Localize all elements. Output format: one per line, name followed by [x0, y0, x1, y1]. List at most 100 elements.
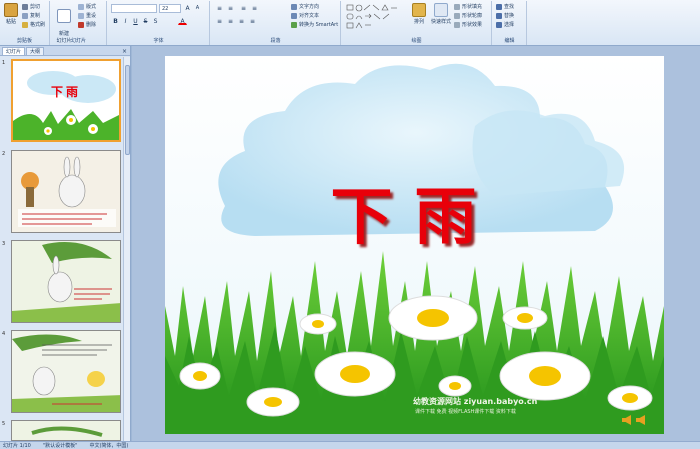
- quick-styles-icon: [434, 3, 448, 17]
- slide-number: 5: [2, 421, 6, 427]
- scissors-icon: [22, 3, 28, 10]
- current-slide[interactable]: 下雨 幼教资源网站 ziyuan.babyo.cn 课件下载 免费 视频FLAS…: [165, 56, 664, 434]
- binoculars-icon: [496, 3, 502, 10]
- close-panel-icon[interactable]: ×: [122, 48, 127, 55]
- align-text-icon: [291, 12, 297, 19]
- status-bar: 幻灯片 1/10 "默认设计模板" 中文(简体，中国): [0, 441, 700, 449]
- language-indicator[interactable]: 中文(简体，中国): [89, 442, 128, 449]
- quick-styles-button[interactable]: 快速样式: [430, 3, 452, 25]
- tab-slides[interactable]: 幻灯片: [2, 47, 26, 55]
- slide-thumbnail-2[interactable]: [11, 150, 121, 233]
- font-size-combo[interactable]: 22: [159, 4, 181, 13]
- scrollbar-thumb[interactable]: [125, 65, 130, 155]
- clipboard-group: 粘贴 剪切 复制 格式刷 剪贴板: [0, 1, 50, 45]
- delete-slide-button[interactable]: 删除: [78, 21, 96, 28]
- delete-icon: [78, 21, 84, 28]
- shadow-button[interactable]: S: [151, 17, 160, 25]
- slide-counter: 幻灯片 1/10: [3, 443, 31, 449]
- reset-button[interactable]: 重设: [78, 12, 96, 19]
- theme-name: "默认设计模板": [42, 443, 78, 449]
- slide-number: 1: [2, 60, 6, 66]
- shape-outline-button[interactable]: 形状轮廓: [454, 12, 482, 19]
- ribbon: 粘贴 剪切 复制 格式刷 剪贴板 新建 幻灯片 版式 重设 删除 幻灯片 22 …: [0, 0, 700, 46]
- drawing-group-label: 绘图: [411, 38, 422, 44]
- slide-thumbnail-5[interactable]: [11, 420, 121, 441]
- brush-icon: [22, 21, 28, 28]
- underline-button[interactable]: U: [131, 17, 140, 25]
- slide-number: 4: [2, 331, 6, 337]
- paste-icon: [4, 3, 18, 17]
- font-group-label: 字体: [153, 38, 164, 44]
- thumbnail-image: [12, 421, 120, 440]
- align-text-button[interactable]: 对齐文本: [291, 12, 319, 19]
- slides-panel: 幻灯片 大纲 × 1 下雨 2 3 4 5: [0, 46, 131, 441]
- thumbnail-image: [13, 61, 119, 140]
- bullets-button[interactable]: ≡: [215, 4, 224, 12]
- layout-button[interactable]: 版式: [78, 3, 96, 10]
- thumbnail-image: [12, 331, 120, 412]
- panel-scrollbar[interactable]: [123, 57, 130, 441]
- strikethrough-button[interactable]: S: [141, 17, 150, 25]
- slides-group-label: 幻灯片: [70, 38, 86, 44]
- grow-font-button[interactable]: A: [183, 4, 192, 12]
- align-center-button[interactable]: ≡: [226, 17, 235, 25]
- slide-title[interactable]: 下雨: [165, 166, 664, 256]
- font-color-button[interactable]: A: [178, 17, 187, 25]
- arrange-button[interactable]: 排列: [410, 3, 428, 25]
- increase-indent-button[interactable]: ≡: [250, 4, 259, 12]
- decrease-indent-button[interactable]: ≡: [239, 4, 248, 12]
- watermark-line2: 课件下载 免费 视频FLASH课件下载 资料下载: [415, 409, 516, 415]
- align-right-button[interactable]: ≡: [237, 17, 246, 25]
- cut-button[interactable]: 剪切: [22, 3, 40, 10]
- align-left-button[interactable]: ≡: [215, 17, 224, 25]
- font-group: 22 A A B I U S S A 字体: [108, 1, 210, 45]
- shapes-gallery[interactable]: [346, 4, 406, 32]
- justify-button[interactable]: ≡: [248, 17, 257, 25]
- format-painter-button[interactable]: 格式刷: [22, 21, 45, 28]
- shrink-font-button[interactable]: A: [193, 4, 202, 12]
- cursor-icon: [496, 21, 502, 28]
- font-name-combo[interactable]: [111, 4, 157, 13]
- paragraph-group: ≡ ≡ ≡ ≡ ≡ ≡ ≡ ≡ 文字方向 对齐文本 转换为 SmartArt 段…: [211, 1, 341, 45]
- thumbnail-title: 下雨: [51, 85, 82, 99]
- reset-icon: [78, 12, 84, 19]
- editing-group: 查找 替换 选择 编辑: [493, 1, 527, 45]
- slide-thumbnail-4[interactable]: [11, 330, 121, 413]
- copy-button[interactable]: 复制: [22, 12, 40, 19]
- text-direction-button[interactable]: 文字方向: [291, 3, 319, 10]
- slide-number: 2: [2, 151, 6, 157]
- paste-button[interactable]: 粘贴: [2, 3, 20, 25]
- italic-button[interactable]: I: [121, 17, 130, 25]
- paint-bucket-icon: [454, 3, 460, 10]
- effects-icon: [454, 21, 460, 28]
- slides-group: 新建 幻灯片 版式 重设 删除 幻灯片: [51, 1, 107, 45]
- shape-fill-button[interactable]: 形状填充: [454, 3, 482, 10]
- new-slide-icon: [57, 9, 71, 23]
- slide-editor: 下雨 幼教资源网站 ziyuan.babyo.cn 课件下载 免费 视频FLAS…: [132, 46, 700, 441]
- select-button[interactable]: 选择: [496, 21, 514, 28]
- text-direction-icon: [291, 3, 297, 10]
- thumbnail-image: [12, 151, 120, 232]
- tab-outline[interactable]: 大纲: [26, 47, 45, 55]
- drawing-group: 排列 快速样式 形状填充 形状轮廓 形状效果 绘图: [342, 1, 492, 45]
- arrange-icon: [412, 3, 426, 17]
- clipboard-group-label: 剪贴板: [16, 38, 32, 44]
- slide-thumbnail-1[interactable]: 下雨: [11, 59, 121, 142]
- pen-icon: [454, 12, 460, 19]
- replace-icon: [496, 12, 502, 19]
- replace-button[interactable]: 替换: [496, 12, 514, 19]
- thumbnail-image: [12, 241, 120, 322]
- bold-button[interactable]: B: [111, 17, 120, 25]
- watermark-line1: 幼教资源网站 ziyuan.babyo.cn: [413, 397, 538, 406]
- smartart-button[interactable]: 转换为 SmartArt: [291, 21, 338, 28]
- slide-number: 3: [2, 241, 6, 247]
- slide-thumbnail-3[interactable]: [11, 240, 121, 323]
- copy-icon: [22, 12, 28, 19]
- smartart-icon: [291, 21, 297, 28]
- shape-effects-button[interactable]: 形状效果: [454, 21, 482, 28]
- panel-tabs: 幻灯片 大纲 ×: [0, 46, 130, 56]
- numbering-button[interactable]: ≡: [226, 4, 235, 12]
- find-button[interactable]: 查找: [496, 3, 514, 10]
- layout-icon: [78, 3, 84, 10]
- editing-group-label: 编辑: [504, 38, 515, 44]
